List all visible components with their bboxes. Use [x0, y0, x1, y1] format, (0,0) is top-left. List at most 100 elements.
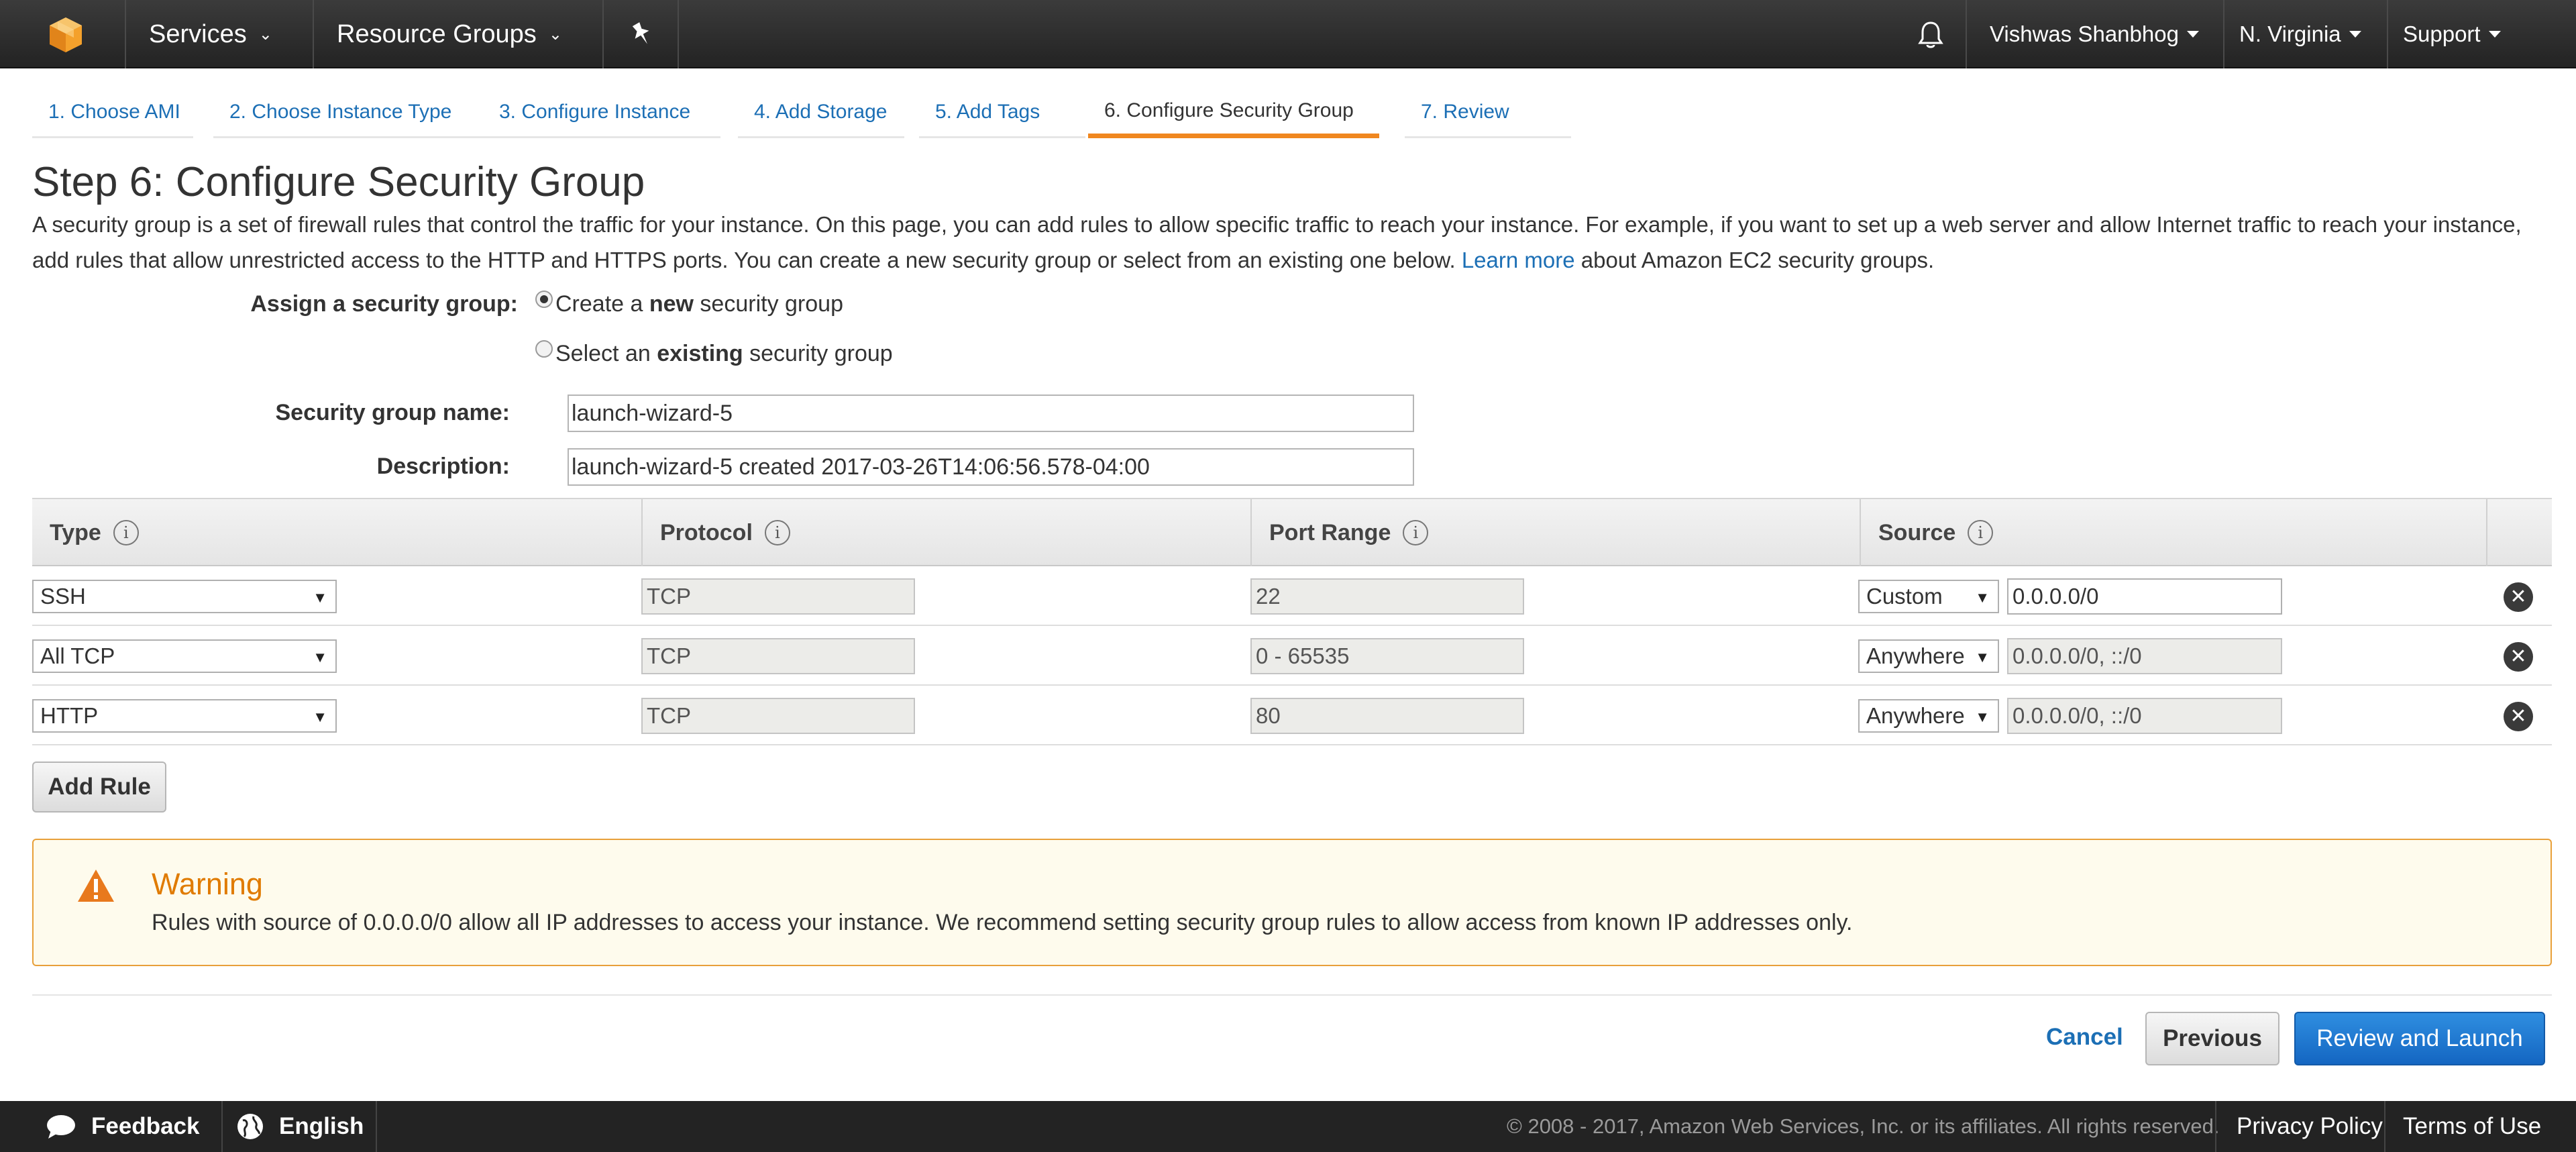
table-row: SSH ▼ TCP 22 Custom ▼ 0.0.0.0/0 ✕ — [32, 566, 2552, 626]
source-type-select[interactable]: Anywhere ▼ — [1858, 699, 1999, 733]
type-value: SSH — [40, 584, 86, 609]
tab-configure-security-group[interactable]: 6. Configure Security Group — [1088, 87, 1379, 138]
chevron-down-icon: ⌄ — [548, 25, 562, 44]
info-icon[interactable]: i — [1403, 520, 1429, 545]
feedback-button[interactable]: Feedback — [46, 1101, 199, 1152]
column-header-label: Source — [1878, 519, 1956, 545]
source-type-select[interactable]: Anywhere ▼ — [1858, 639, 1999, 673]
security-group-name-label: Security group name: — [275, 400, 510, 425]
region-menu[interactable]: N. Virginia — [2239, 0, 2361, 68]
aws-logo-icon[interactable] — [47, 16, 85, 54]
caret-down-icon — [2488, 31, 2501, 38]
learn-more-link[interactable]: Learn more — [1462, 248, 1575, 272]
privacy-policy-link[interactable]: Privacy Policy — [2237, 1101, 2383, 1152]
feedback-label: Feedback — [91, 1113, 200, 1139]
tab-add-storage[interactable]: 4. Add Storage — [738, 87, 904, 138]
previous-button[interactable]: Previous — [2145, 1012, 2279, 1065]
top-nav-bar: Services ⌄ Resource Groups ⌄ Vishwas Sha… — [0, 0, 2576, 68]
dropdown-arrow-icon: ▼ — [313, 589, 327, 606]
footer-separator — [2384, 1101, 2385, 1152]
column-header-label: Protocol — [660, 519, 753, 545]
add-rule-button[interactable]: Add Rule — [32, 762, 166, 813]
description-label: Description: — [376, 454, 510, 479]
port-range-field: 80 — [1250, 698, 1524, 734]
column-header-port-range: Port Range i — [1250, 499, 1860, 566]
radio-button[interactable] — [535, 339, 553, 358]
info-icon[interactable]: i — [764, 520, 790, 545]
caret-down-icon — [2186, 31, 2199, 38]
tab-add-tags[interactable]: 5. Add Tags — [919, 87, 1085, 138]
globe-icon — [237, 1114, 263, 1139]
info-icon[interactable]: i — [1968, 520, 1994, 545]
terms-of-use-link[interactable]: Terms of Use — [2403, 1101, 2541, 1152]
speech-bubble-icon — [47, 1115, 75, 1139]
caret-down-icon — [2349, 31, 2361, 38]
services-menu[interactable]: Services ⌄ — [149, 0, 272, 68]
description-input[interactable] — [568, 448, 1414, 486]
protocol-field: TCP — [641, 698, 915, 734]
dropdown-arrow-icon: ▼ — [313, 649, 327, 666]
type-value: HTTP — [40, 703, 99, 728]
pin-icon[interactable] — [629, 21, 653, 47]
tab-review[interactable]: 7. Review — [1405, 87, 1571, 138]
type-select[interactable]: HTTP ▼ — [32, 699, 337, 733]
radio-create-new-text: Create a new security group — [555, 291, 843, 317]
security-group-name-input[interactable] — [568, 395, 1414, 432]
nav-separator — [602, 0, 604, 68]
column-header-type: Type i — [32, 499, 641, 566]
language-label: English — [279, 1113, 364, 1139]
type-select[interactable]: All TCP ▼ — [32, 639, 337, 673]
remove-rule-icon[interactable]: ✕ — [2504, 582, 2533, 612]
dropdown-arrow-icon: ▼ — [1975, 589, 1990, 606]
footer-separator — [221, 1101, 223, 1152]
nav-separator — [1966, 0, 1967, 68]
remove-rule-icon[interactable]: ✕ — [2504, 702, 2533, 731]
column-header-label: Port Range — [1269, 519, 1391, 545]
protocol-field: TCP — [641, 578, 915, 615]
region-label: N. Virginia — [2239, 21, 2341, 46]
option-prefix: Create a — [555, 291, 649, 317]
warning-icon — [78, 870, 114, 902]
column-header-actions — [2486, 499, 2552, 566]
services-label: Services — [149, 19, 247, 48]
warning-alert: Warning Rules with source of 0.0.0.0/0 a… — [32, 839, 2552, 966]
source-type-value: Anywhere — [1866, 643, 1965, 668]
tab-choose-ami[interactable]: 1. Choose AMI — [32, 87, 193, 138]
remove-rule-icon[interactable]: ✕ — [2504, 642, 2533, 672]
radio-create-new[interactable]: Create a new security group — [535, 290, 843, 317]
port-range-field: 0 - 65535 — [1250, 638, 1524, 674]
cancel-button[interactable]: Cancel — [2046, 1024, 2123, 1051]
source-type-select[interactable]: Custom ▼ — [1858, 580, 1999, 613]
dropdown-arrow-icon: ▼ — [1975, 709, 1990, 725]
page-title: Step 6: Configure Security Group — [32, 159, 645, 205]
type-select[interactable]: SSH ▼ — [32, 580, 337, 613]
tab-configure-instance[interactable]: 3. Configure Instance — [483, 87, 720, 138]
resource-groups-menu[interactable]: Resource Groups ⌄ — [337, 0, 562, 68]
footer-separator — [2215, 1101, 2216, 1152]
source-cidr-field: 0.0.0.0/0, ::/0 — [2007, 698, 2282, 734]
language-selector[interactable]: English — [236, 1101, 364, 1152]
warning-message: Rules with source of 0.0.0.0/0 allow all… — [152, 910, 1853, 935]
copyright-text: © 2008 - 2017, Amazon Web Services, Inc.… — [1507, 1114, 2220, 1138]
radio-button[interactable] — [535, 290, 553, 308]
source-type-value: Custom — [1866, 584, 1943, 609]
column-header-label: Type — [50, 519, 101, 545]
type-value: All TCP — [40, 643, 115, 668]
radio-select-existing-text: Select an existing security group — [555, 341, 893, 367]
option-emphasis: new — [649, 291, 694, 317]
user-menu[interactable]: Vishwas Shanbhog — [1990, 0, 2199, 68]
bell-icon[interactable] — [1917, 20, 1944, 50]
radio-select-existing[interactable]: Select an existing security group — [535, 339, 893, 367]
option-suffix: security group — [693, 291, 843, 317]
nav-separator — [2223, 0, 2224, 68]
info-icon[interactable]: i — [113, 520, 139, 545]
source-cidr-input[interactable]: 0.0.0.0/0 — [2007, 578, 2282, 615]
tab-choose-instance-type[interactable]: 2. Choose Instance Type — [213, 87, 500, 138]
review-and-launch-button[interactable]: Review and Launch — [2294, 1012, 2545, 1065]
column-header-protocol: Protocol i — [641, 499, 1250, 566]
dropdown-arrow-icon: ▼ — [1975, 649, 1990, 666]
support-menu[interactable]: Support — [2403, 0, 2501, 68]
table-row: All TCP ▼ TCP 0 - 65535 Anywhere ▼ 0.0.0… — [32, 626, 2552, 686]
user-name: Vishwas Shanbhog — [1990, 21, 2179, 46]
assign-security-group-label: Assign a security group: — [250, 291, 518, 317]
